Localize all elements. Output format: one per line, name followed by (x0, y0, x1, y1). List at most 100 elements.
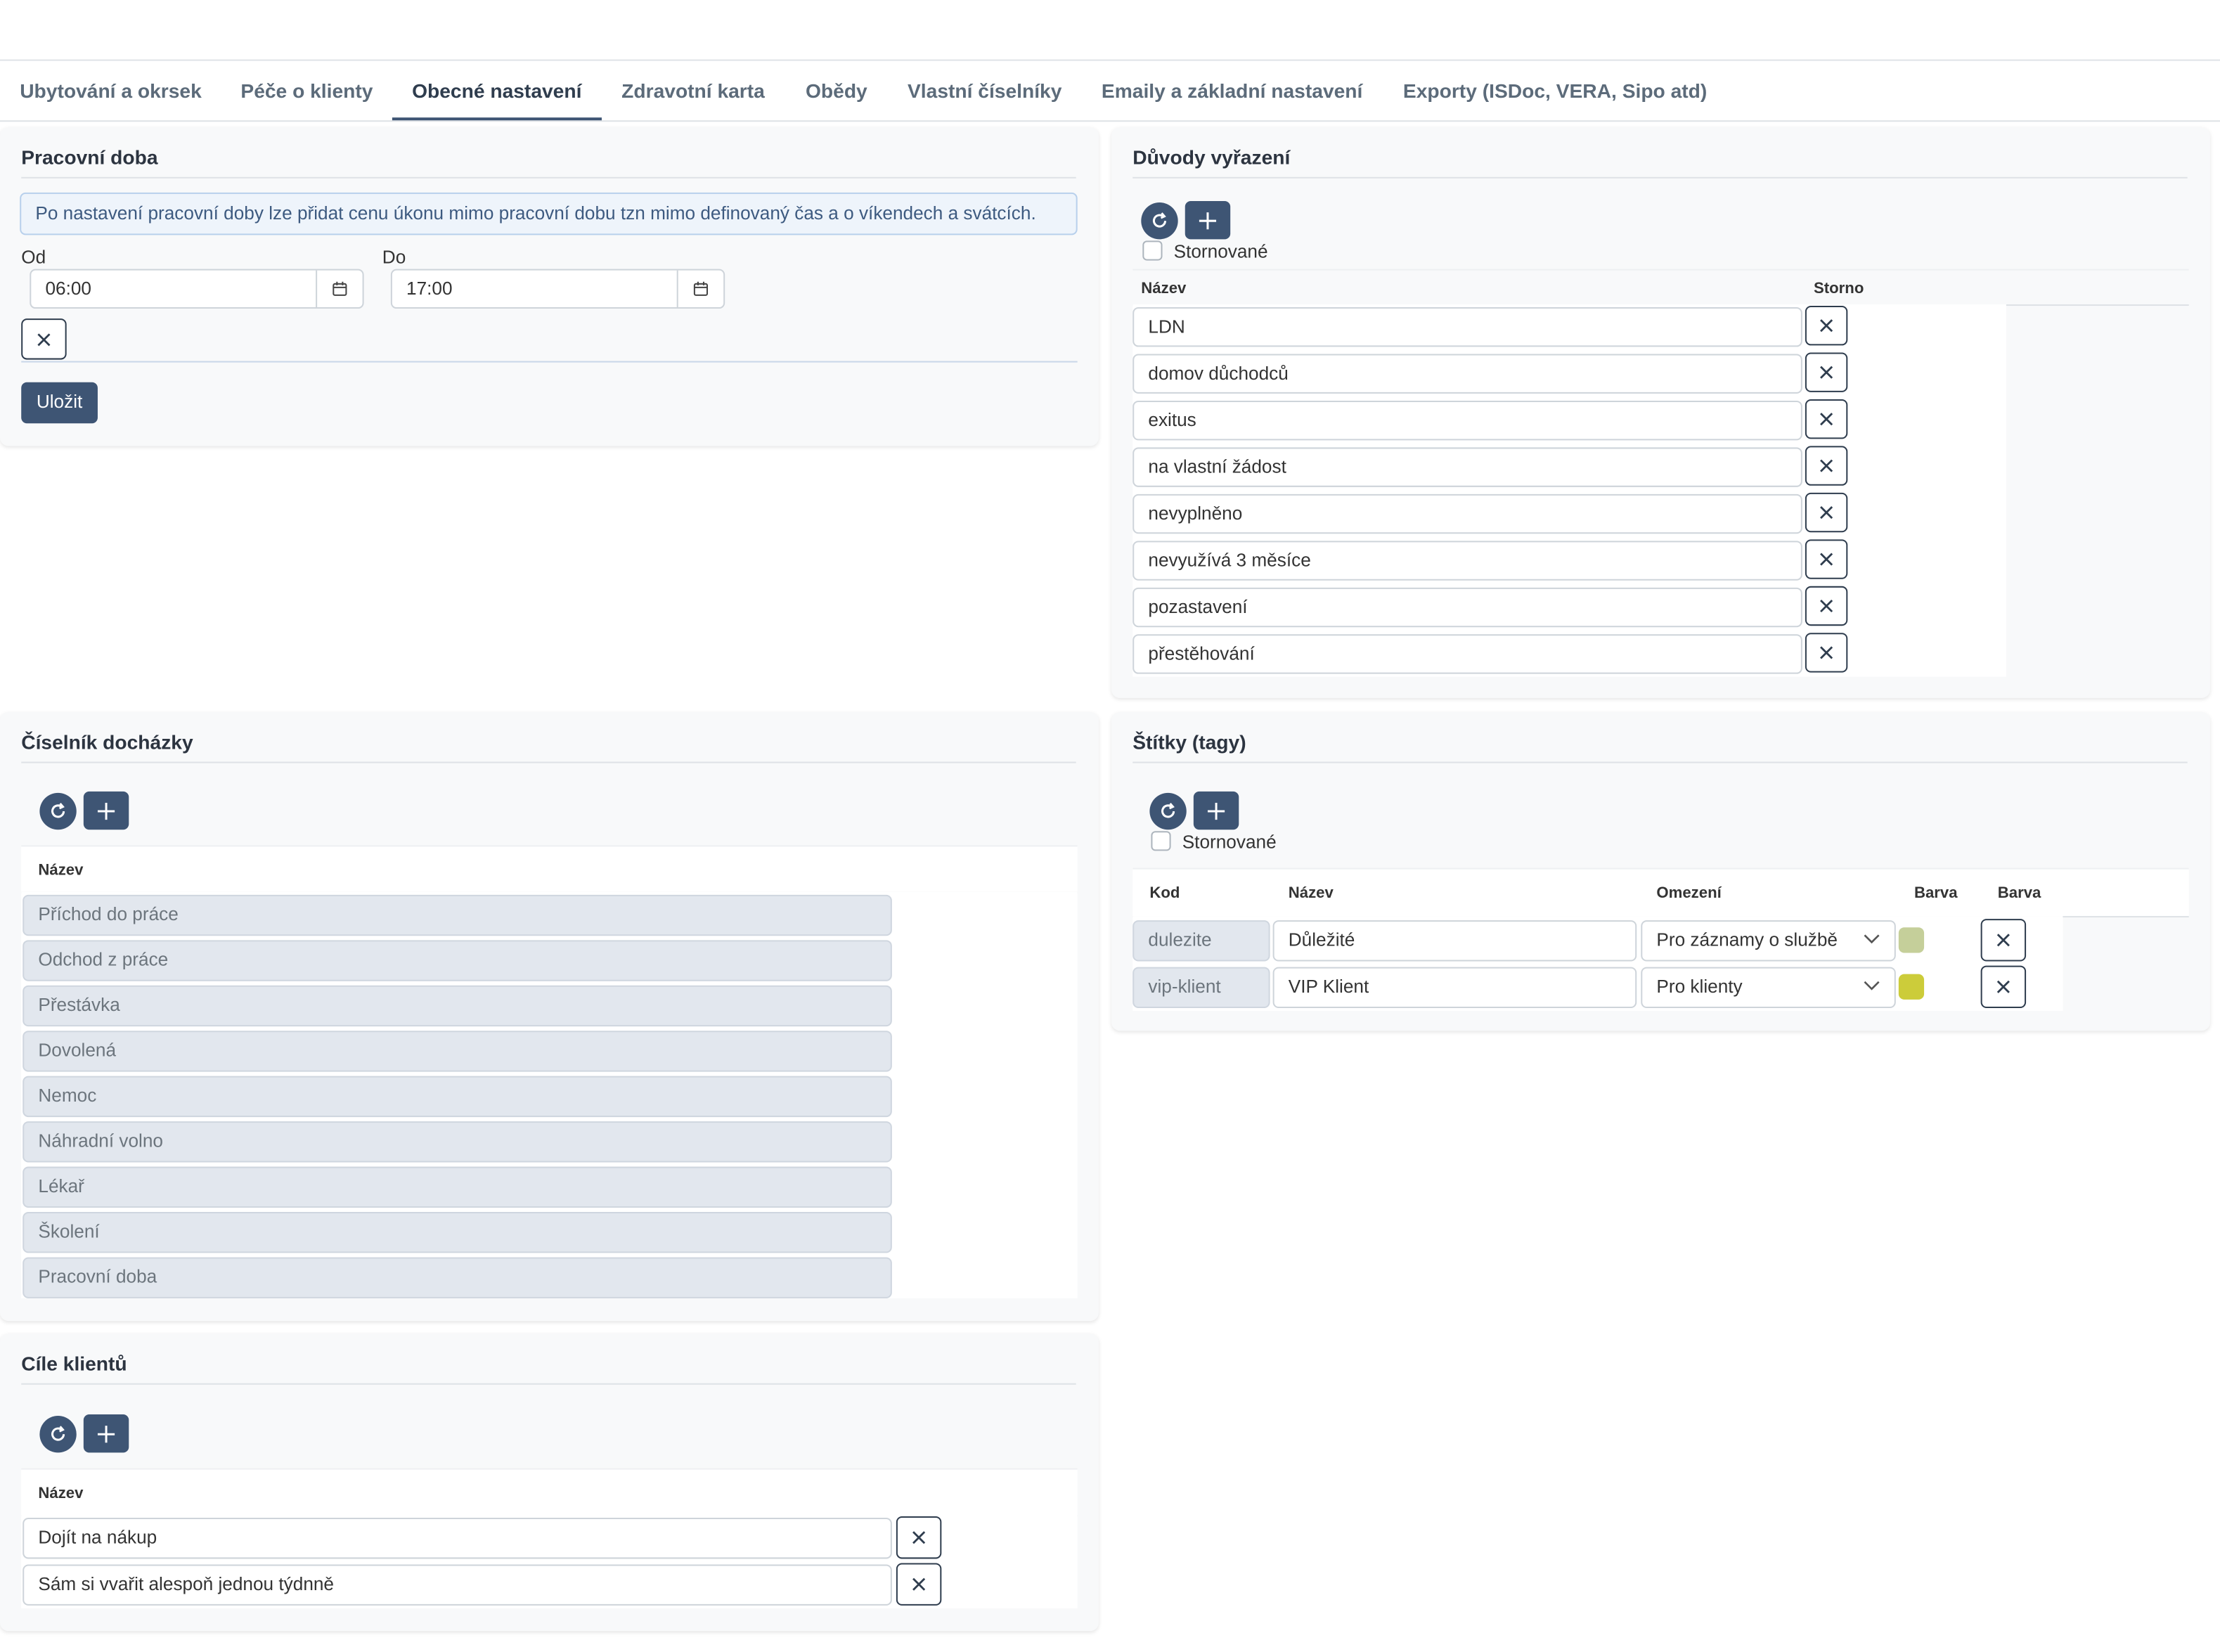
cile-card: Cíle klientů Název Dojít na nákup Sám si… (0, 1334, 1099, 1632)
duvod-input[interactable]: přestěhování (1132, 634, 1802, 674)
delete-cil-button[interactable] (896, 1563, 942, 1606)
duvody-title: Důvody vyřazení (1132, 146, 2188, 179)
duvod-input[interactable]: domov důchodců (1132, 354, 1802, 394)
col-nazev: Název (1288, 884, 1334, 902)
delete-tag-button[interactable] (1980, 919, 2027, 962)
tab-bar: Ubytování a okrsek Péče o klienty Obecné… (0, 60, 2220, 122)
refresh-icon (51, 1426, 65, 1441)
storno-button[interactable] (1805, 492, 1848, 533)
divider (21, 361, 1078, 363)
calendar-icon[interactable] (676, 270, 723, 308)
dochazka-item: Náhradní volno (22, 1121, 892, 1163)
dochazka-item: Přestávka (22, 985, 892, 1027)
refresh-icon (1152, 212, 1167, 228)
tab-vlastni-ciselniky[interactable]: Vlastní číselníky (888, 61, 1082, 121)
add-button[interactable] (83, 791, 129, 830)
tab-zdravotni-karta[interactable]: Zdravotní karta (602, 61, 785, 121)
duvod-input[interactable]: nevyužívá 3 měsíce (1132, 541, 1802, 581)
stitky-table-header: Kod Název Omezení Barva Barva (1132, 867, 2189, 918)
col-barva: Barva (1914, 884, 1958, 902)
tag-color-swatch[interactable] (1898, 927, 1925, 953)
close-icon (912, 1531, 926, 1544)
col-nazev: Název (1141, 280, 1187, 297)
tag-kod: vip-klient (1132, 967, 1270, 1008)
tab-obedy[interactable]: Obědy (786, 61, 887, 121)
add-button[interactable] (1193, 791, 1239, 830)
tag-omezeni-select[interactable]: Pro záznamy o službě (1641, 920, 1896, 962)
delete-tag-button[interactable] (1980, 965, 2027, 1008)
close-icon (1820, 506, 1833, 520)
duvod-input[interactable]: na vlastní žádost (1132, 447, 1802, 487)
tag-color-swatch[interactable] (1898, 974, 1925, 1000)
duvod-input[interactable]: exitus (1132, 400, 1802, 441)
dochazka-table-header: Název (21, 845, 1078, 893)
dochazka-item: Dovolená (22, 1031, 892, 1072)
do-label: Do (382, 246, 406, 268)
col-nazev: Název (38, 862, 84, 879)
clear-time-button[interactable] (21, 318, 67, 360)
chevron-down-icon (1864, 981, 1880, 990)
storno-button[interactable] (1805, 586, 1848, 626)
refresh-button[interactable] (1141, 202, 1178, 240)
duvody-table-header: Název Storno (1132, 269, 2189, 306)
close-icon (1820, 646, 1833, 659)
tab-pece[interactable]: Péče o klienty (221, 61, 392, 121)
stornovane-label: Stornované (1173, 240, 1268, 262)
tag-kod: dulezite (1132, 920, 1270, 962)
stitky-title: Štítky (tagy) (1132, 730, 2188, 763)
add-button[interactable] (1185, 200, 1231, 240)
refresh-button[interactable] (1149, 792, 1187, 830)
dochazka-title: Číselník docházky (21, 730, 1076, 763)
info-message: Po nastavení pracovní doby lze přidat ce… (20, 192, 1078, 235)
delete-cil-button[interactable] (896, 1516, 942, 1559)
stitky-table-body: dulezite Důležité Pro záznamy o službě v… (1132, 916, 2063, 1012)
duvod-input[interactable]: pozastavení (1132, 587, 1802, 628)
storno-button[interactable] (1805, 306, 1848, 346)
tab-exporty[interactable]: Exporty (ISDoc, VERA, Sipo atd) (1383, 61, 1727, 121)
dochazka-item: Lékař (22, 1166, 892, 1208)
close-icon (1820, 366, 1833, 379)
close-icon (1820, 319, 1833, 333)
refresh-button[interactable] (39, 1416, 77, 1453)
dochazka-item: Pracovní doba (22, 1257, 892, 1298)
save-button[interactable]: Uložit (21, 382, 98, 424)
col-storno: Storno (1813, 280, 1864, 297)
tag-omezeni-value: Pro záznamy o službě (1656, 929, 1838, 950)
plus-icon (97, 801, 115, 820)
stornovane-checkbox[interactable] (1151, 831, 1171, 851)
tag-nazev-input[interactable]: VIP Klient (1272, 967, 1637, 1008)
tag-omezeni-select[interactable]: Pro klienty (1641, 967, 1896, 1008)
col-omezeni: Omezení (1656, 884, 1722, 902)
storno-button[interactable] (1805, 633, 1848, 673)
dochazka-item: Školení (22, 1212, 892, 1253)
tab-ubytovani[interactable]: Ubytování a okrsek (0, 61, 221, 121)
storno-button[interactable] (1805, 539, 1848, 579)
storno-button[interactable] (1805, 446, 1848, 486)
duvody-table-body: LDN domov důchodců exitus na vlastní žád… (1132, 304, 2006, 677)
do-time-input[interactable]: 17:00 (390, 269, 725, 309)
tab-emaily[interactable]: Emaily a základní nastavení (1082, 61, 1383, 121)
duvod-input[interactable]: LDN (1132, 307, 1802, 347)
cil-input[interactable]: Dojít na nákup (22, 1518, 892, 1559)
plus-icon (1199, 212, 1217, 229)
cil-input[interactable]: Sám si vvařit alespoň jednou týdnně (22, 1564, 892, 1606)
dochazka-table-body: Příchod do práce Odchod z práce Přestávk… (21, 891, 1078, 1298)
stornovane-checkbox[interactable] (1142, 240, 1163, 261)
storno-button[interactable] (1805, 399, 1848, 439)
chevron-down-icon (1864, 934, 1880, 944)
do-value: 17:00 (406, 277, 453, 299)
close-icon (912, 1577, 926, 1591)
od-time-input[interactable]: 06:00 (30, 269, 364, 309)
storno-button[interactable] (1805, 352, 1848, 392)
close-icon (1996, 934, 2010, 947)
duvody-card: Důvody vyřazení Stornované Název Storno … (1111, 127, 2210, 698)
add-button[interactable] (83, 1414, 129, 1453)
od-value: 06:00 (45, 277, 91, 299)
plus-icon (1207, 801, 1225, 820)
tab-obecne-nastaveni[interactable]: Obecné nastavení (392, 61, 602, 121)
calendar-icon[interactable] (316, 270, 362, 308)
duvod-input[interactable]: nevyplněno (1132, 493, 1802, 534)
dochazka-card: Číselník docházky Název Příchod do práce… (0, 712, 1099, 1322)
tag-nazev-input[interactable]: Důležité (1272, 920, 1637, 962)
refresh-button[interactable] (39, 792, 77, 830)
